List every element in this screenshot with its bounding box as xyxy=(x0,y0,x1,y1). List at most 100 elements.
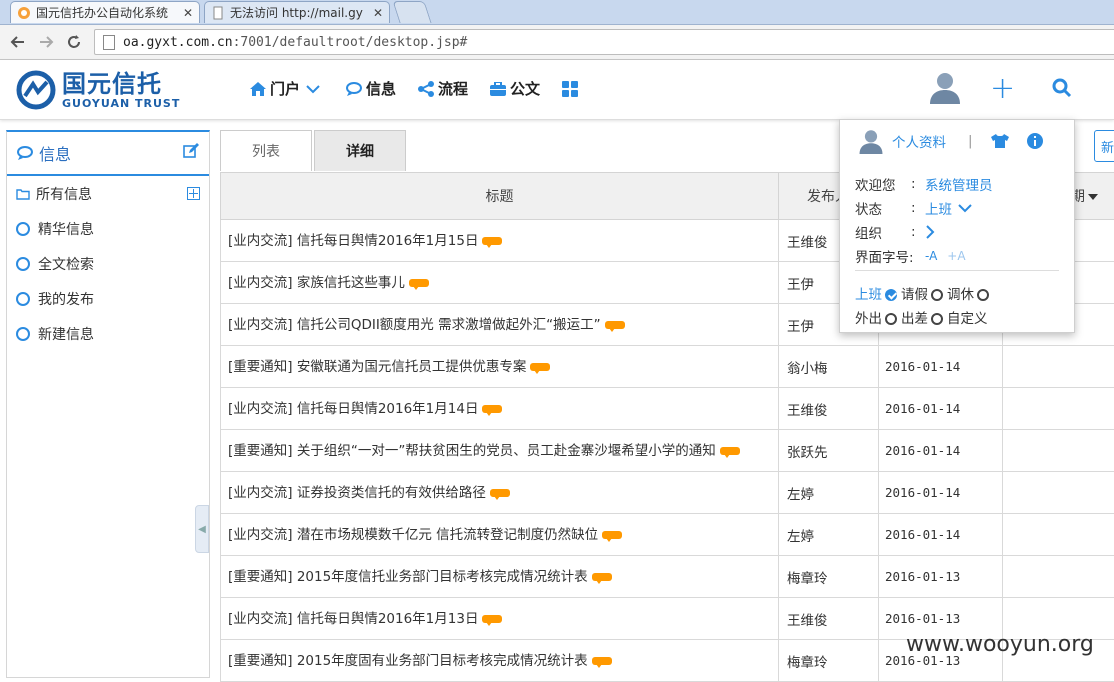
row-title[interactable]: [业内交流] 证券投资类信托的有效供给路径 xyxy=(228,485,486,501)
reload-icon[interactable] xyxy=(62,30,86,54)
comment-bubble-icon xyxy=(530,363,550,371)
row-title[interactable]: [重要通知] 关于组织“一对一”帮扶贫困生的党员、员工赴金寨沙堰希望小学的通知 xyxy=(228,443,716,459)
row-title-cell[interactable]: [业内交流] 潜在市场规模数千亿元 信托流转登记制度仍然缺位 xyxy=(221,514,779,556)
row-title[interactable]: [业内交流] 潜在市场规模数千亿元 信托流转登记制度仍然缺位 xyxy=(228,527,598,543)
row-title-cell[interactable]: [重要通知] 2015年度信托业务部门目标考核完成情况统计表 xyxy=(221,556,779,598)
nav-apps-grid[interactable] xyxy=(562,81,582,97)
chevron-down-icon[interactable] xyxy=(958,203,972,213)
profile-link[interactable]: 个人资料 xyxy=(892,131,946,151)
row-extra xyxy=(1003,514,1114,556)
table-row[interactable]: [重要通知] 安徽联通为国元信托员工提供优惠专案翁小梅2016-01-14 xyxy=(221,346,1114,388)
company-logo[interactable]: 国元信托 GUOYUAN TRUST xyxy=(16,70,180,110)
sidebar-item-all[interactable]: 所有信息 xyxy=(7,176,209,211)
row-title[interactable]: [业内交流] 家族信托这些事儿 xyxy=(228,275,405,291)
radio-icon[interactable] xyxy=(931,313,943,325)
row-author: 左婷 xyxy=(779,472,879,514)
tab-list[interactable]: 列表 xyxy=(220,130,312,171)
row-date: 2016-01-14 xyxy=(879,472,1003,514)
radio-checked-icon[interactable] xyxy=(885,289,897,301)
sidebar-item-label: 我的发布 xyxy=(38,289,94,309)
status-row: 状态 : 上班 xyxy=(855,198,972,218)
tab-detail[interactable]: 详细 xyxy=(314,130,406,171)
row-title[interactable]: [业内交流] 信托每日舆情2016年1月14日 xyxy=(228,401,478,417)
status-option-label: 外出 xyxy=(855,311,882,327)
comment-bubble-icon xyxy=(605,321,625,329)
font-size-label: 界面字号: xyxy=(855,246,925,266)
row-title-cell[interactable]: [重要通知] 关于组织“一对一”帮扶贫困生的党员、员工赴金寨沙堰希望小学的通知 xyxy=(221,430,779,472)
circle-icon xyxy=(16,222,30,236)
avatar-icon xyxy=(858,128,884,154)
tab-close-icon[interactable]: ✕ xyxy=(183,6,193,20)
status-option-label: 出差 xyxy=(901,311,928,327)
briefcase-icon xyxy=(490,82,506,96)
table-row[interactable]: [业内交流] 潜在市场规模数千亿元 信托流转登记制度仍然缺位左婷2016-01-… xyxy=(221,514,1114,556)
sidebar-item-label: 精华信息 xyxy=(38,219,94,239)
row-title-cell[interactable]: [业内交流] 家族信托这些事儿 xyxy=(221,262,779,304)
sidebar-item-fulltext-search[interactable]: 全文检索 xyxy=(7,246,209,281)
row-title-cell[interactable]: [重要通知] 安徽联通为国元信托员工提供优惠专案 xyxy=(221,346,779,388)
info-icon[interactable] xyxy=(1027,133,1043,149)
colon: : xyxy=(911,200,925,216)
user-avatar[interactable] xyxy=(928,70,962,104)
row-title[interactable]: [业内交流] 信托每日舆情2016年1月13日 xyxy=(228,611,478,627)
radio-icon[interactable] xyxy=(931,289,943,301)
row-title[interactable]: [业内交流] 信托公司QDII额度用光 需求激增做起外汇“搬运工” xyxy=(228,317,601,333)
font-decrease-button[interactable]: -A xyxy=(925,249,937,263)
username[interactable]: 系统管理员 xyxy=(925,174,993,194)
sidebar-item-featured[interactable]: 精华信息 xyxy=(7,211,209,246)
row-title-cell[interactable]: [业内交流] 信托每日舆情2016年1月13日 xyxy=(221,598,779,640)
row-extra xyxy=(1003,388,1114,430)
nav-workflow[interactable]: 流程 xyxy=(418,78,468,99)
grid-icon xyxy=(562,81,578,97)
row-extra xyxy=(1003,556,1114,598)
row-title-cell[interactable]: [业内交流] 信托公司QDII额度用光 需求激增做起外汇“搬运工” xyxy=(221,304,779,346)
row-title-cell[interactable]: [业内交流] 信托每日舆情2016年1月14日 xyxy=(221,388,779,430)
row-title-cell[interactable]: [业内交流] 信托每日舆情2016年1月15日 xyxy=(221,220,779,262)
chat-icon xyxy=(346,82,362,96)
radio-icon[interactable] xyxy=(885,313,897,325)
radio-icon[interactable] xyxy=(977,289,989,301)
nav-info[interactable]: 信息 xyxy=(346,78,396,99)
font-increase-button[interactable]: +A xyxy=(947,249,965,263)
tab-close-icon[interactable]: ✕ xyxy=(373,6,383,20)
row-date: 2016-01-14 xyxy=(879,514,1003,556)
forward-arrow-icon[interactable] xyxy=(34,30,58,54)
row-date: 2016-01-14 xyxy=(879,430,1003,472)
column-header-title[interactable]: 标题 xyxy=(221,173,779,220)
row-title-cell[interactable]: [业内交流] 证券投资类信托的有效供给路径 xyxy=(221,472,779,514)
table-row[interactable]: [业内交流] 证券投资类信托的有效供给路径 左婷2016-01-14 xyxy=(221,472,1114,514)
new-tab-button[interactable] xyxy=(392,1,431,23)
tshirt-icon[interactable] xyxy=(991,134,1009,148)
browser-toolbar: oa.gyxt.com.cn:7001/defaultroot/desktop.… xyxy=(0,25,1114,60)
avatar-icon xyxy=(928,70,962,104)
nav-documents[interactable]: 公文 xyxy=(490,78,540,99)
sidebar-collapse-handle[interactable]: ◀ xyxy=(195,505,209,553)
row-title[interactable]: [重要通知] 2015年度信托业务部门目标考核完成情况统计表 xyxy=(228,569,588,585)
status-dropdown[interactable]: 上班 xyxy=(925,198,952,218)
table-row[interactable]: [重要通知] 2015年度信托业务部门目标考核完成情况统计表梅章玲2016-01… xyxy=(221,556,1114,598)
row-title[interactable]: [重要通知] 2015年度固有业务部门目标考核完成情况统计表 xyxy=(228,653,588,669)
add-icon[interactable]: + xyxy=(990,74,1015,104)
sidebar-item-new-info[interactable]: 新建信息 xyxy=(7,316,209,351)
row-title[interactable]: [重要通知] 安徽联通为国元信托员工提供优惠专案 xyxy=(228,359,526,375)
table-row[interactable]: [业内交流] 信托每日舆情2016年1月14日王维俊2016-01-14 xyxy=(221,388,1114,430)
browser-tab-oa[interactable]: 国元信托办公自动化系统 ✕ xyxy=(10,1,200,23)
edit-icon[interactable] xyxy=(183,143,199,163)
sidebar-item-my-posts[interactable]: 我的发布 xyxy=(7,281,209,316)
search-icon[interactable] xyxy=(1052,78,1072,102)
back-arrow-icon[interactable] xyxy=(6,30,30,54)
row-title-cell[interactable]: [重要通知] 2015年度固有业务部门目标考核完成情况统计表 xyxy=(221,640,779,682)
row-date: 2016-01-13 xyxy=(879,556,1003,598)
new-button[interactable]: 新 xyxy=(1094,130,1114,162)
chevron-right-icon[interactable] xyxy=(925,225,935,239)
browser-tab-mail[interactable]: 无法访问 http://mail.gy ✕ xyxy=(204,1,390,23)
browser-tab-title: 国元信托办公自动化系统 xyxy=(36,4,168,21)
address-bar[interactable]: oa.gyxt.com.cn:7001/defaultroot/desktop.… xyxy=(94,29,1114,55)
nav-portal[interactable]: 门户 xyxy=(250,78,324,99)
table-row[interactable]: [重要通知] 关于组织“一对一”帮扶贫困生的党员、员工赴金寨沙堰希望小学的通知 张… xyxy=(221,430,1114,472)
folder-icon xyxy=(16,188,30,200)
browser-tab-bar: 国元信托办公自动化系统 ✕ 无法访问 http://mail.gy ✕ xyxy=(0,0,1114,25)
expand-plus-icon[interactable] xyxy=(187,187,200,200)
row-title[interactable]: [业内交流] 信托每日舆情2016年1月15日 xyxy=(228,233,478,249)
row-author: 张跃先 xyxy=(779,430,879,472)
